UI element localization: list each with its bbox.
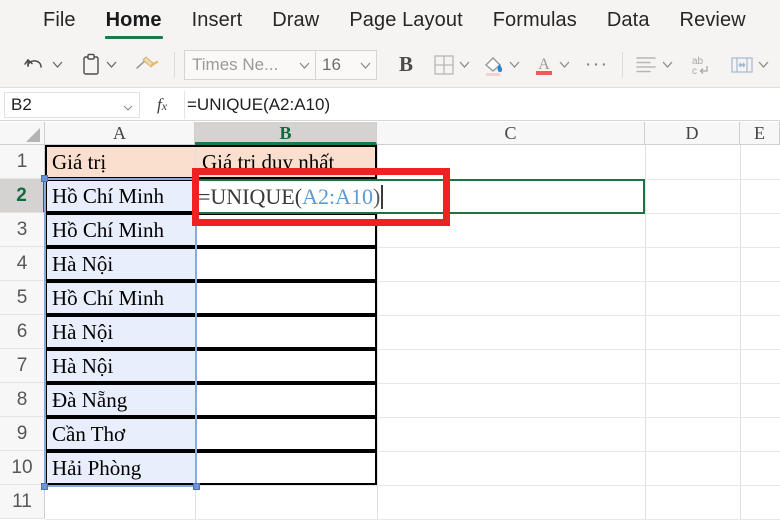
cell-a6[interactable]: Hà Nội bbox=[46, 316, 194, 349]
align-group bbox=[632, 42, 674, 88]
toolbar-divider-2 bbox=[622, 51, 624, 78]
undo-icon[interactable] bbox=[20, 48, 50, 82]
name-box-value: B2 bbox=[11, 94, 32, 114]
formula-suffix: ) bbox=[372, 183, 381, 209]
formula-range-ref: A2:A10 bbox=[302, 183, 373, 209]
range-handle-top-left[interactable] bbox=[41, 175, 48, 182]
wrap-text-icon[interactable]: ab c bbox=[684, 48, 718, 82]
ribbon-toolbar: Times Ne... 16 B A ··· ab c bbox=[0, 42, 780, 88]
ribbon-tab-draw[interactable]: Draw bbox=[257, 0, 334, 42]
range-handle-bottom-left[interactable] bbox=[41, 483, 48, 490]
align-chevron-down-icon[interactable] bbox=[661, 48, 674, 82]
svg-text:c: c bbox=[692, 66, 697, 77]
name-box[interactable]: B2 bbox=[4, 91, 140, 118]
column-header-row: A B C D E bbox=[0, 122, 780, 145]
column-header-c[interactable]: C bbox=[377, 122, 645, 145]
ribbon-tab-review[interactable]: Review bbox=[665, 0, 761, 42]
ribbon-tab-file[interactable]: File bbox=[28, 0, 91, 42]
gridline-h-10 bbox=[45, 485, 780, 486]
font-color-group: A bbox=[531, 42, 571, 88]
fill-color-chevron-down-icon[interactable] bbox=[508, 48, 521, 82]
font-color-icon[interactable]: A bbox=[531, 48, 557, 82]
text-caret bbox=[381, 184, 383, 209]
row-header-4[interactable]: 4 bbox=[0, 247, 45, 281]
cell-a7[interactable]: Hà Nội bbox=[46, 350, 194, 383]
ribbon-tab-formulas[interactable]: Formulas bbox=[478, 0, 592, 42]
svg-text:A: A bbox=[538, 56, 550, 73]
more-commands-button[interactable]: ··· bbox=[579, 54, 614, 76]
gridline-v-de bbox=[740, 145, 741, 520]
fill-color-icon[interactable] bbox=[481, 48, 507, 82]
font-name-chevron-down-icon[interactable] bbox=[293, 51, 315, 79]
ribbon-tab-data[interactable]: Data bbox=[592, 0, 665, 42]
name-box-chevron-down-icon[interactable] bbox=[123, 103, 133, 117]
range-handle-bottom-right[interactable] bbox=[193, 483, 200, 490]
merge-group bbox=[728, 42, 770, 88]
cell-a1[interactable]: Giá trị bbox=[46, 146, 194, 179]
spreadsheet-grid: A B C D E 1 2 3 4 5 6 7 8 9 10 11 Giá tr… bbox=[0, 122, 780, 520]
row-header-8[interactable]: 8 bbox=[0, 383, 45, 417]
row-header-9[interactable]: 9 bbox=[0, 417, 45, 451]
undo-chevron-down-icon[interactable] bbox=[51, 48, 64, 82]
borders-group bbox=[431, 42, 471, 88]
font-name-input[interactable]: Times Ne... bbox=[185, 51, 293, 79]
formula-input[interactable]: =UNIQUE(A2:A10) bbox=[184, 90, 780, 119]
clipboard-paste-icon[interactable] bbox=[78, 48, 104, 82]
align-left-icon[interactable] bbox=[632, 48, 660, 82]
row-header-2[interactable]: 2 bbox=[0, 179, 45, 213]
excel-window: File Home Insert Draw Page Layout Formul… bbox=[0, 0, 780, 520]
ribbon-tab-insert[interactable]: Insert bbox=[177, 0, 258, 42]
cell-a9[interactable]: Cần Thơ bbox=[46, 418, 194, 451]
column-header-b[interactable]: B bbox=[195, 122, 377, 145]
cell-a10[interactable]: Hải Phòng bbox=[46, 452, 194, 485]
row-header-10[interactable]: 10 bbox=[0, 451, 45, 485]
toolbar-divider-1 bbox=[174, 51, 175, 78]
cell-b2-editor[interactable]: =UNIQUE(A2:A10) bbox=[198, 181, 438, 212]
borders-chevron-down-icon[interactable] bbox=[458, 48, 471, 82]
ribbon-tab-home[interactable]: Home bbox=[91, 0, 177, 42]
row-header-11[interactable]: 11 bbox=[0, 485, 45, 519]
paste-chevron-down-icon[interactable] bbox=[105, 48, 118, 82]
row-header-3[interactable]: 3 bbox=[0, 213, 45, 247]
fill-color-group bbox=[481, 42, 521, 88]
paste-group bbox=[78, 42, 118, 88]
select-all-corner[interactable] bbox=[0, 122, 45, 145]
gridline-v-cd bbox=[645, 145, 646, 520]
format-painter-icon[interactable] bbox=[130, 48, 164, 82]
row-header-7[interactable]: 7 bbox=[0, 349, 45, 383]
column-header-e[interactable]: E bbox=[740, 122, 780, 145]
select-all-triangle-icon bbox=[26, 128, 40, 142]
ribbon-tab-page-layout[interactable]: Page Layout bbox=[334, 0, 477, 42]
column-header-a[interactable]: A bbox=[45, 122, 195, 145]
cell-a8[interactable]: Đà Nẵng bbox=[46, 384, 194, 417]
cell-a3[interactable]: Hồ Chí Minh bbox=[46, 214, 194, 247]
borders-icon[interactable] bbox=[431, 48, 457, 82]
undo-group bbox=[20, 42, 64, 88]
formula-bar: B2 fx =UNIQUE(A2:A10) bbox=[0, 89, 780, 121]
column-header-d[interactable]: D bbox=[645, 122, 740, 145]
insert-function-icon[interactable]: fx bbox=[140, 95, 184, 115]
font-size-chevron-down-icon[interactable] bbox=[354, 51, 376, 79]
font-color-chevron-down-icon[interactable] bbox=[558, 48, 571, 82]
merge-cells-icon[interactable] bbox=[728, 48, 756, 82]
row-header-6[interactable]: 6 bbox=[0, 315, 45, 349]
ribbon-tab-bar: File Home Insert Draw Page Layout Formul… bbox=[0, 0, 780, 42]
cell-a5[interactable]: Hồ Chí Minh bbox=[46, 282, 194, 315]
cell-a4[interactable]: Hà Nội bbox=[46, 248, 194, 281]
formula-prefix: =UNIQUE( bbox=[198, 183, 303, 209]
row-header-1[interactable]: 1 bbox=[0, 145, 45, 179]
bold-button[interactable]: B bbox=[391, 52, 421, 77]
font-controls: Times Ne... 16 bbox=[184, 49, 377, 80]
cell-b1[interactable]: Giá trị duy nhất bbox=[196, 146, 376, 179]
font-size-input[interactable]: 16 bbox=[316, 51, 354, 79]
cell-a2[interactable]: Hồ Chí Minh bbox=[46, 180, 194, 213]
row-header-5[interactable]: 5 bbox=[0, 281, 45, 315]
merge-chevron-down-icon[interactable] bbox=[757, 48, 770, 82]
